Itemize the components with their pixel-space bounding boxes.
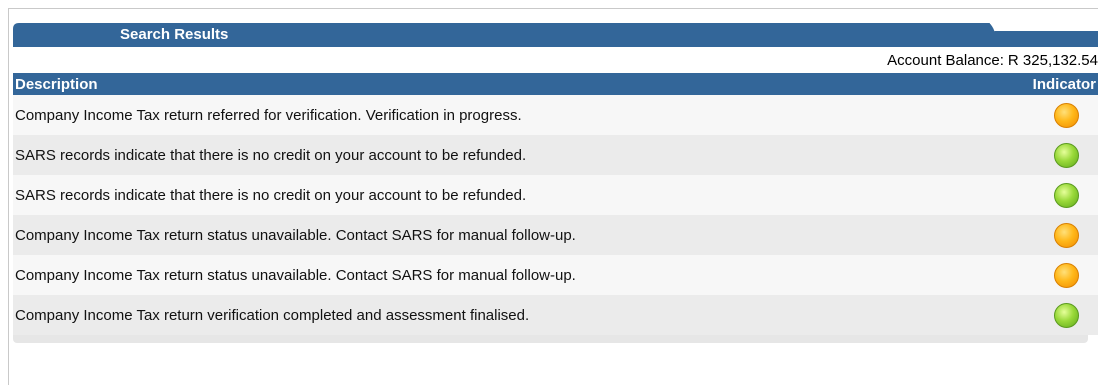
row-description: Company Income Tax return status unavail… xyxy=(15,226,576,244)
panel-title: Search Results xyxy=(120,26,229,43)
row-description: Company Income Tax return status unavail… xyxy=(15,266,576,284)
account-balance-value: R 325,132.54 xyxy=(1007,51,1098,69)
search-results-panel: Search Results Account Balance: R 325,13… xyxy=(13,23,1098,368)
status-indicator-icon xyxy=(1053,142,1079,168)
table-row: Company Income Tax return status unavail… xyxy=(13,215,1098,255)
row-description: Company Income Tax return verification c… xyxy=(15,306,530,324)
column-header-indicator: Indicator xyxy=(1032,75,1096,93)
panel-titlebar: Search Results xyxy=(13,23,1098,47)
row-description: Company Income Tax return referred for v… xyxy=(15,106,522,124)
row-description: SARS records indicate that there is no c… xyxy=(15,186,527,204)
table-row: Company Income Tax return status unavail… xyxy=(13,255,1098,295)
table-footer xyxy=(13,335,1088,343)
status-indicator-icon xyxy=(1053,222,1079,248)
table-row: Company Income Tax return referred for v… xyxy=(13,95,1098,135)
table-row: SARS records indicate that there is no c… xyxy=(13,135,1098,175)
account-balance-row: Account Balance: R 325,132.54 xyxy=(13,47,1098,73)
table-header: Description Indicator xyxy=(13,73,1098,95)
status-indicator-icon xyxy=(1053,262,1079,288)
row-description: SARS records indicate that there is no c… xyxy=(15,146,527,164)
status-indicator-icon xyxy=(1053,182,1079,208)
status-indicator-icon xyxy=(1053,102,1079,128)
table-row: SARS records indicate that there is no c… xyxy=(13,175,1098,215)
column-header-description: Description xyxy=(15,75,98,93)
table-row: Company Income Tax return verification c… xyxy=(13,295,1098,335)
status-indicator-icon xyxy=(1053,302,1079,328)
account-balance-label: Account Balance: xyxy=(887,51,1004,69)
